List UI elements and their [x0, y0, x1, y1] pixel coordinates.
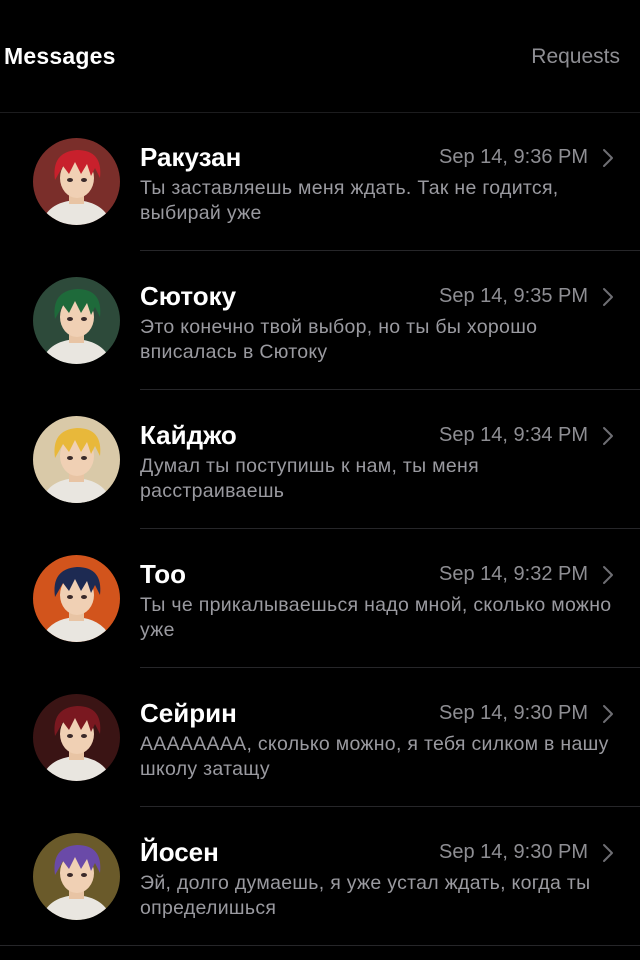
- chevron-right-icon: [600, 563, 616, 587]
- message-timestamp: Sep 14, 9:30 PM: [439, 702, 588, 724]
- contact-name: Сейрин: [140, 698, 237, 728]
- message-timestamp: Sep 14, 9:32 PM: [439, 563, 588, 585]
- avatar: [33, 833, 120, 920]
- avatar: [33, 694, 120, 781]
- message-timestamp: Sep 14, 9:30 PM: [439, 841, 588, 863]
- conversation-row[interactable]: Сютоку Sep 14, 9:35 PM Это конечно твой вы…: [0, 251, 640, 390]
- message-timestamp: Sep 14, 9:36 PM: [439, 146, 588, 168]
- message-preview: AAAAAAAA, сколько можно, я тебя силком в…: [140, 733, 609, 780]
- conversation-row[interactable]: Кайджо Sep 14, 9:34 PM Думал ты поступишь …: [0, 390, 640, 529]
- contact-name: Ракузан: [140, 142, 242, 172]
- avatar: [33, 555, 120, 642]
- message-timestamp: Sep 14, 9:34 PM: [439, 424, 588, 446]
- avatar: [33, 416, 120, 503]
- message-timestamp: Sep 14, 9:35 PM: [439, 285, 588, 307]
- chevron-right-icon: [600, 146, 616, 170]
- chevron-right-icon: [600, 285, 616, 309]
- message-preview: Ты заставляешь меня ждать. Так не годитс…: [140, 177, 559, 224]
- conversation-list: Ракузан Sep 14, 9:36 PM Ты заставляешь мен…: [0, 112, 640, 946]
- message-preview: Эй, долго думаешь, я уже устал ждать, ко…: [140, 872, 591, 919]
- contact-name: Тоо: [140, 559, 187, 589]
- contact-name: Кайджо: [140, 420, 237, 450]
- conversation-row[interactable]: Йосен Sep 14, 9:30 PM Эй, долго думаешь, я…: [0, 807, 640, 946]
- contact-name: Йосен: [140, 837, 219, 867]
- chevron-right-icon: [600, 424, 616, 448]
- message-preview: Думал ты поступишь к нам, ты меня расстр…: [140, 455, 479, 502]
- conversation-row[interactable]: Сейрин Sep 14, 9:30 PM AAAAAAAA, сколько м…: [0, 668, 640, 807]
- conversation-row[interactable]: Ракузан Sep 14, 9:36 PM Ты заставляешь мен…: [0, 112, 640, 251]
- page-title: Messages: [4, 43, 116, 69]
- avatar: [33, 138, 120, 225]
- chevron-right-icon: [600, 841, 616, 865]
- requests-button[interactable]: Requests: [531, 45, 620, 69]
- message-preview: Это конечно твой выбор, но ты бы хорошо …: [140, 316, 538, 363]
- chevron-right-icon: [600, 702, 616, 726]
- navigation-bar: Messages Requests: [0, 0, 640, 113]
- conversation-row[interactable]: Тоо Sep 14, 9:32 PM Ты че прикалываешься н…: [0, 529, 640, 668]
- contact-name: Сютоку: [140, 281, 237, 311]
- avatar: [33, 277, 120, 364]
- message-preview: Ты че прикалываешься надо мной, сколько …: [140, 594, 612, 641]
